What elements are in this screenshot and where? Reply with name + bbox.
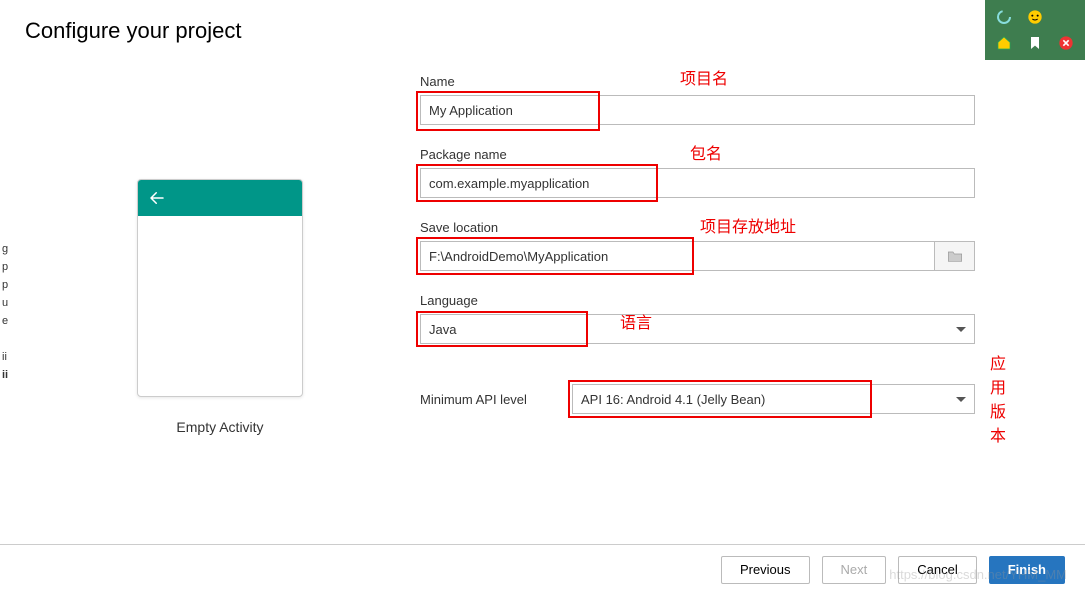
annotation-api: 应用版本 (990, 350, 1006, 446)
preview-column: Empty Activity (20, 74, 420, 435)
location-input[interactable] (420, 241, 935, 271)
previous-button[interactable]: Previous (721, 556, 810, 584)
folder-icon (947, 249, 963, 263)
browser-tray (985, 0, 1085, 60)
name-group: Name 项目名 (420, 74, 975, 125)
chevron-down-icon (956, 397, 966, 402)
emoji-icon (1027, 9, 1043, 25)
package-group: Package name 包名 (420, 147, 975, 198)
spinner-icon (996, 9, 1012, 25)
language-label: Language (420, 293, 975, 308)
finish-button[interactable]: Finish (989, 556, 1065, 584)
preview-label: Empty Activity (176, 419, 263, 435)
language-value: Java (429, 322, 456, 337)
location-label: Save location (420, 220, 975, 235)
chevron-down-icon (956, 327, 966, 332)
phone-preview (137, 179, 303, 397)
api-label: Minimum API level (420, 392, 572, 407)
cancel-button[interactable]: Cancel (898, 556, 976, 584)
api-value: API 16: Android 4.1 (Jelly Bean) (581, 392, 765, 407)
browse-folder-button[interactable] (935, 241, 975, 271)
left-edge-cropped: gppue iiii (0, 240, 10, 384)
annotation-name: 项目名 (680, 65, 728, 89)
next-button: Next (822, 556, 887, 584)
form-column: Name 项目名 Package name 包名 Save location (420, 74, 1065, 435)
house-icon[interactable] (996, 35, 1012, 51)
back-arrow-icon (148, 189, 166, 207)
api-group: Minimum API level API 16: Android 4.1 (J… (420, 384, 975, 414)
bookmark-icon[interactable] (1027, 35, 1043, 51)
language-group: Language Java 语言 (420, 293, 975, 344)
name-input[interactable] (420, 95, 975, 125)
bottom-bar: Previous Next Cancel Finish (0, 544, 1085, 594)
preview-topbar (138, 180, 302, 216)
annotation-location: 项目存放地址 (700, 213, 796, 237)
close-badge-icon[interactable] (1058, 35, 1074, 51)
location-group: Save location 项目存放地址 (420, 220, 975, 271)
language-select[interactable]: Java (420, 314, 975, 344)
annotation-package: 包名 (690, 140, 722, 164)
package-input[interactable] (420, 168, 975, 198)
api-select[interactable]: API 16: Android 4.1 (Jelly Bean) (572, 384, 975, 414)
main-area: Empty Activity Name 项目名 Package name 包名 … (0, 44, 1085, 435)
page-title: Configure your project (0, 0, 1085, 44)
annotation-language: 语言 (620, 309, 652, 333)
